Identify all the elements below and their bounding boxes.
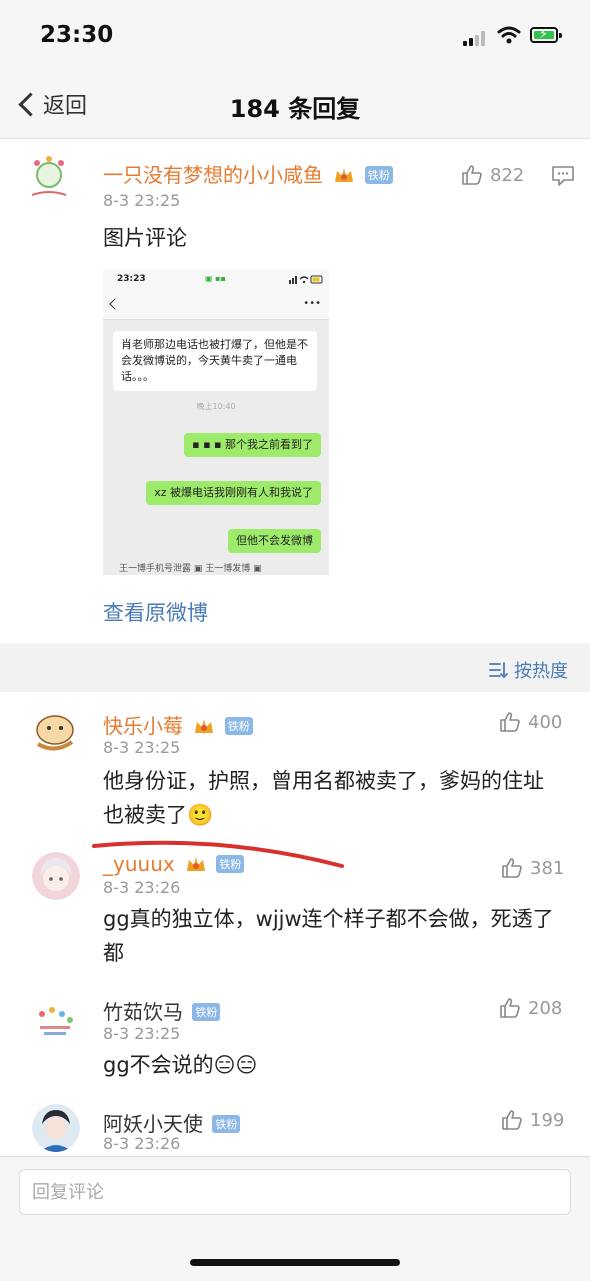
like-button[interactable]: 199 <box>500 1108 564 1132</box>
reply-time: 8-3 23:26 <box>103 1134 181 1153</box>
like-count: 199 <box>530 1109 565 1131</box>
reply-time: 8-3 23:26 <box>103 878 181 897</box>
screenshot-status-icons <box>289 275 323 284</box>
wifi-icon <box>497 26 521 44</box>
reply-text: 他身份证，护照，曾用名都被卖了，爹妈的住址也被卖了🙂 <box>103 769 544 827</box>
username-text: 阿妖小天使 <box>103 1112 203 1136</box>
reply-text: gg不会说的😑😑 <box>103 1053 258 1077</box>
sent-message: ▪ ▪ ▪ 那个我之前看到了 <box>184 433 321 457</box>
like-button[interactable]: 208 <box>498 996 562 1020</box>
image-attachment[interactable]: 23:23 ▣ ▪▪ ••• 肖老师那边电话也被打爆了，但他是不会发微博说的，今… <box>103 269 329 575</box>
page-title: 184 条回复 <box>229 95 361 123</box>
thumbs-up-icon <box>502 1110 522 1130</box>
fan-badge: 铁粉 <box>192 1003 221 1021</box>
crown-icon <box>187 857 206 871</box>
thumbs-up-icon <box>502 858 522 878</box>
reply-item: 竹茹饮马 铁粉 8-3 23:25 208 gg不会说的😑😑 <box>0 984 590 1096</box>
comment-icon[interactable] <box>551 165 575 187</box>
crown-icon <box>195 719 214 733</box>
username-text: 一只没有梦想的小小咸鱼 <box>103 163 323 187</box>
reply-item: 快乐小莓 铁粉 8-3 23:25 400 他身份证，护照，曾用名都被卖了，爹妈… <box>0 692 590 838</box>
like-count: 208 <box>528 997 563 1019</box>
view-original-link[interactable]: 查看原微博 <box>103 597 208 627</box>
username-text: 快乐小莓 <box>103 714 183 738</box>
username[interactable]: 一只没有梦想的小小咸鱼 铁粉 <box>103 159 393 188</box>
more-icon: ••• <box>303 298 321 309</box>
like-button[interactable]: 381 <box>500 856 564 880</box>
screenshot-back-icon <box>109 298 121 310</box>
username[interactable]: 阿妖小天使 铁粉 <box>103 1108 241 1137</box>
comment-text: 图片评论 <box>103 226 187 250</box>
reply-text: gg真的独立体，wjjw连个样子都不会做，死透了都 <box>103 907 554 965</box>
avatar[interactable] <box>30 996 80 1046</box>
received-message: 肖老师那边电话也被打爆了，但他是不会发微博说的，今天黄牛卖了一通电话。。。 <box>113 331 317 391</box>
avatar[interactable] <box>30 706 80 756</box>
fan-badge: 铁粉 <box>364 166 393 184</box>
reply-bar <box>0 1156 590 1281</box>
sent-message: xz 被爆电话我刚刚有人和我说了 <box>146 481 321 505</box>
nav-bar: 返回 184 条回复 <box>0 70 590 139</box>
status-bar: 23:30 ⚡ <box>0 0 590 70</box>
fan-badge: 铁粉 <box>216 855 245 873</box>
sort-label: 按热度 <box>514 661 568 682</box>
avatar[interactable] <box>32 1104 80 1152</box>
thumbs-up-icon <box>500 712 520 732</box>
username[interactable]: _yuuux 铁粉 <box>103 852 245 876</box>
battery-icon: ⚡ <box>530 27 562 43</box>
status-time: 23:30 <box>40 22 114 48</box>
avatar[interactable] <box>32 852 80 900</box>
signal-icon <box>463 30 489 46</box>
like-button[interactable]: 400 <box>498 710 562 734</box>
username[interactable]: 快乐小莓 铁粉 <box>103 710 253 739</box>
screenshot-time: 23:23 <box>117 274 146 284</box>
avatar[interactable] <box>22 153 76 207</box>
main-comment: 一只没有梦想的小小咸鱼 铁粉 8-3 23:25 822 图片评论 23:23 … <box>0 139 590 643</box>
reply-time: 8-3 23:25 <box>103 738 181 757</box>
message-timestamp: 晚上10:40 <box>196 402 236 411</box>
like-count: 822 <box>490 164 525 186</box>
like-count: 400 <box>528 711 563 733</box>
reply-time: 8-3 23:25 <box>103 1024 181 1043</box>
reply-item: _yuuux 铁粉 8-3 23:26 381 gg真的独立体，wjjw连个样子… <box>0 838 590 984</box>
sort-button[interactable]: 按热度 <box>488 657 568 683</box>
thumbs-up-icon <box>500 998 520 1018</box>
fan-badge: 铁粉 <box>212 1115 241 1133</box>
like-button[interactable]: 822 <box>460 163 524 187</box>
like-count: 381 <box>530 857 565 879</box>
reply-item: 阿妖小天使 铁粉 8-3 23:26 199 <box>0 1096 590 1156</box>
username-text: 竹茹饮马 <box>103 1000 183 1024</box>
home-indicator[interactable] <box>190 1259 400 1266</box>
sort-icon <box>489 662 508 679</box>
thumbs-up-icon <box>462 165 482 185</box>
username-text: _yuuux <box>103 852 175 876</box>
fan-badge: 铁粉 <box>224 717 253 735</box>
app-indicator-icon: ▣ ▪▪ <box>205 274 226 283</box>
username[interactable]: 竹茹饮马 铁粉 <box>103 996 221 1025</box>
crown-icon <box>335 168 354 182</box>
comment-time: 8-3 23:25 <box>103 191 181 210</box>
cut-off-text: 王一博手机号泄露 ▣ 王一博发博 ▣ <box>119 564 262 574</box>
reply-input[interactable] <box>19 1169 571 1215</box>
sent-message: 但他不会发微博 <box>228 529 321 553</box>
